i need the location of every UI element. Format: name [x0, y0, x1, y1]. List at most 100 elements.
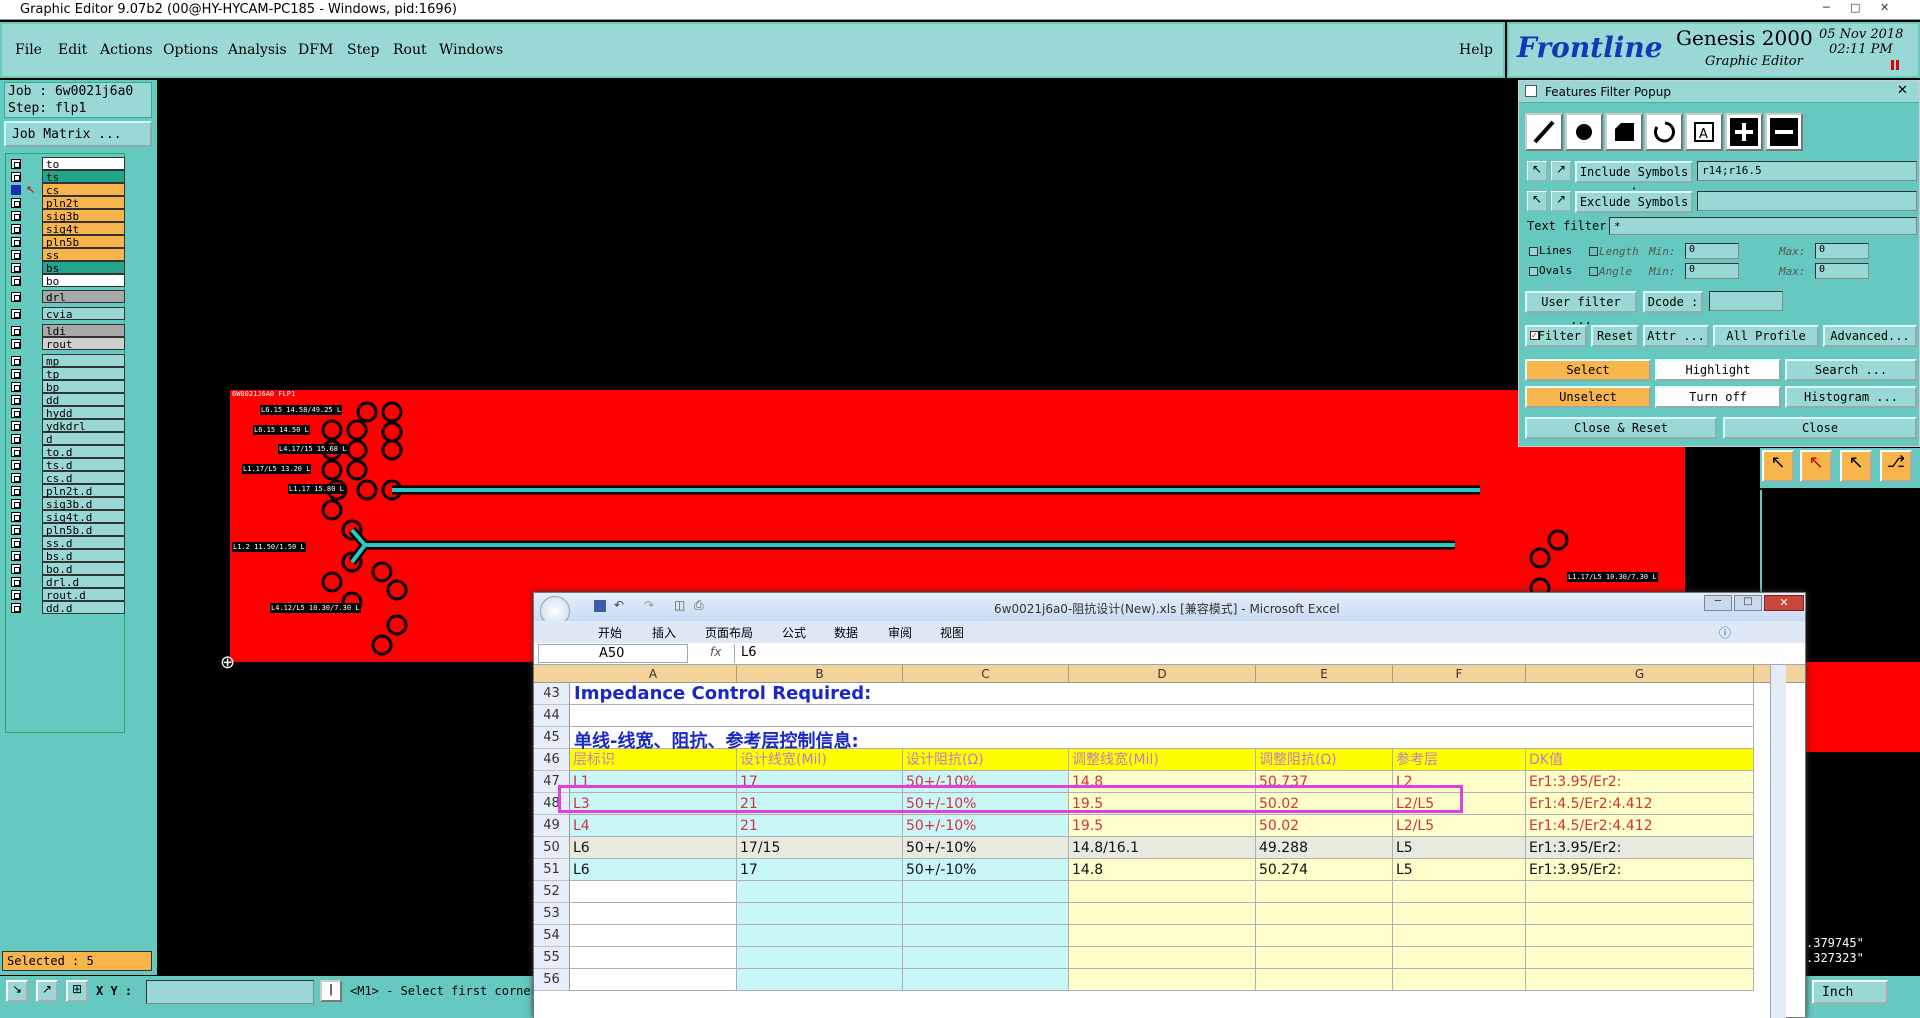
layer-row-bs-d[interactable]: bs.d	[6, 549, 126, 563]
name-box[interactable]: A50	[538, 644, 688, 663]
layer-checkbox[interactable]	[11, 382, 21, 392]
layer-label[interactable]: dd.d	[42, 601, 125, 615]
layer-row-d[interactable]: d	[6, 432, 126, 446]
text-filter-input[interactable]: *	[1609, 217, 1917, 235]
excel-close-icon[interactable]: ✕	[1764, 595, 1804, 611]
grid-tool-icon[interactable]: ⊞	[66, 980, 88, 1002]
layer-row-ss-d[interactable]: ss.d	[6, 536, 126, 550]
table-cell[interactable]: 50.274	[1256, 859, 1393, 881]
ovals-checkbox[interactable]	[1529, 267, 1538, 276]
layer-row-sig3b-d[interactable]: sig3b.d	[6, 497, 126, 511]
include-symbols-input[interactable]: r14;r16.5	[1697, 161, 1917, 181]
layer-row-cs[interactable]: cs ↖	[6, 183, 126, 197]
table-cell[interactable]	[570, 925, 737, 947]
row-header[interactable]: 46	[534, 749, 570, 771]
excel-maximize-icon[interactable]: □	[1734, 595, 1762, 611]
layer-checkbox[interactable]	[11, 309, 21, 319]
layer-row-bo-d[interactable]: bo.d	[6, 562, 126, 576]
layer-row-mp[interactable]: mp	[6, 354, 126, 368]
line-tool-icon[interactable]	[1525, 113, 1563, 151]
layer-label[interactable]: sig4t.d	[42, 510, 125, 524]
layer-label[interactable]: cvia	[42, 307, 125, 321]
layer-checkbox[interactable]	[11, 211, 21, 221]
table-cell[interactable]	[1393, 969, 1526, 991]
table-cell[interactable]	[570, 881, 737, 903]
table-cell[interactable]	[1393, 881, 1526, 903]
table-cell[interactable]	[737, 881, 903, 903]
filter-checkbox[interactable]: ✓	[1530, 331, 1539, 340]
table-cell[interactable]: L6	[570, 859, 737, 881]
table-cell[interactable]	[1526, 947, 1754, 969]
reset-button[interactable]: Reset	[1591, 325, 1639, 347]
close-reset-button[interactable]: Close & Reset	[1525, 417, 1717, 439]
table-cell[interactable]	[1526, 969, 1754, 991]
ribbon-tab-formulas[interactable]: 公式	[782, 624, 806, 641]
close-icon[interactable]: ✕	[1880, 1, 1889, 14]
layer-row-bp[interactable]: bp	[6, 380, 126, 394]
layer-row-to[interactable]: to	[6, 157, 126, 171]
layer-checkbox[interactable]	[11, 421, 21, 431]
dcode-input[interactable]	[1709, 291, 1783, 311]
include-symbols-button[interactable]: Include Symbols :	[1575, 161, 1693, 197]
layer-label[interactable]: ydkdrl	[42, 419, 125, 433]
table-cell[interactable]	[1393, 903, 1526, 925]
table-cell[interactable]: 层标识	[570, 749, 737, 771]
table-cell[interactable]	[1069, 947, 1256, 969]
layer-row-drl-d[interactable]: drl.d	[6, 575, 126, 589]
table-cell[interactable]	[570, 903, 737, 925]
row-header[interactable]: 53	[534, 903, 570, 925]
table-cell[interactable]: 调整线宽(Mil)	[1069, 749, 1256, 771]
layer-label[interactable]: bs.d	[42, 549, 125, 563]
row-header[interactable]: 52	[534, 881, 570, 903]
layer-checkbox[interactable]	[11, 577, 21, 587]
search-button[interactable]: Search ...	[1785, 359, 1917, 381]
row-header[interactable]: 49	[534, 815, 570, 837]
table-cell[interactable]	[1526, 903, 1754, 925]
pointer-icon[interactable]: ↖	[1762, 450, 1794, 482]
layer-label[interactable]: cs.d	[42, 471, 125, 485]
table-cell[interactable]: 50+/-10%	[903, 859, 1069, 881]
layer-checkbox[interactable]	[11, 499, 21, 509]
layer-label[interactable]: bo.d	[42, 562, 125, 576]
table-cell[interactable]: L6	[570, 837, 737, 859]
layer-row-bo[interactable]: bo	[6, 274, 126, 288]
add-icon[interactable]	[1725, 113, 1763, 151]
layer-label[interactable]: cs	[42, 183, 125, 197]
table-cell[interactable]	[1393, 925, 1526, 947]
row-header[interactable]: 55	[534, 947, 570, 969]
menu-analysis[interactable]: Analysis	[228, 42, 287, 58]
layer-label[interactable]: hydd	[42, 406, 125, 420]
table-cell[interactable]: L5	[1393, 837, 1526, 859]
layer-checkbox[interactable]	[11, 292, 21, 302]
table-cell[interactable]	[1069, 925, 1256, 947]
units-dropdown[interactable]: Inch	[1812, 980, 1888, 1004]
histogram-button[interactable]: Histogram ...	[1785, 386, 1917, 408]
layer-checkbox[interactable]	[11, 603, 21, 613]
ribbon-tab-view[interactable]: 视图	[940, 624, 964, 641]
ribbon-tab-page-layout[interactable]: 页面布局	[705, 624, 753, 641]
layer-label[interactable]: mp	[42, 354, 125, 368]
table-cell[interactable]	[1256, 903, 1393, 925]
table-cell[interactable]: Er1:3.95/Er2:	[1526, 771, 1754, 793]
table-cell[interactable]	[1256, 881, 1393, 903]
layer-row-drl[interactable]: drl	[6, 290, 126, 304]
layer-checkbox[interactable]	[11, 395, 21, 405]
layer-row-rout[interactable]: rout	[6, 337, 126, 351]
exclude-symbols-button[interactable]: Exclude Symbols :	[1575, 191, 1693, 227]
advanced-button[interactable]: Advanced...	[1823, 325, 1917, 347]
layer-label[interactable]: sig3b.d	[42, 497, 125, 511]
print-preview-icon[interactable]: ◫	[674, 598, 685, 612]
table-cell[interactable]	[903, 947, 1069, 969]
table-cell[interactable]	[903, 925, 1069, 947]
text-tool-icon[interactable]: A	[1685, 113, 1723, 151]
layer-checkbox[interactable]	[11, 339, 21, 349]
excel-minimize-icon[interactable]: ─	[1704, 595, 1732, 611]
angle-min-input[interactable]: 0	[1685, 263, 1739, 279]
table-cell[interactable]: L2/L5	[1393, 815, 1526, 837]
close-button[interactable]: Close	[1723, 417, 1917, 439]
menu-rout[interactable]: Rout	[393, 42, 427, 58]
minimize-icon[interactable]: ─	[1823, 1, 1830, 14]
all-profile-dropdown[interactable]: All Profile	[1713, 325, 1819, 347]
table-cell[interactable]	[737, 903, 903, 925]
col-header-f[interactable]: F	[1393, 665, 1526, 683]
